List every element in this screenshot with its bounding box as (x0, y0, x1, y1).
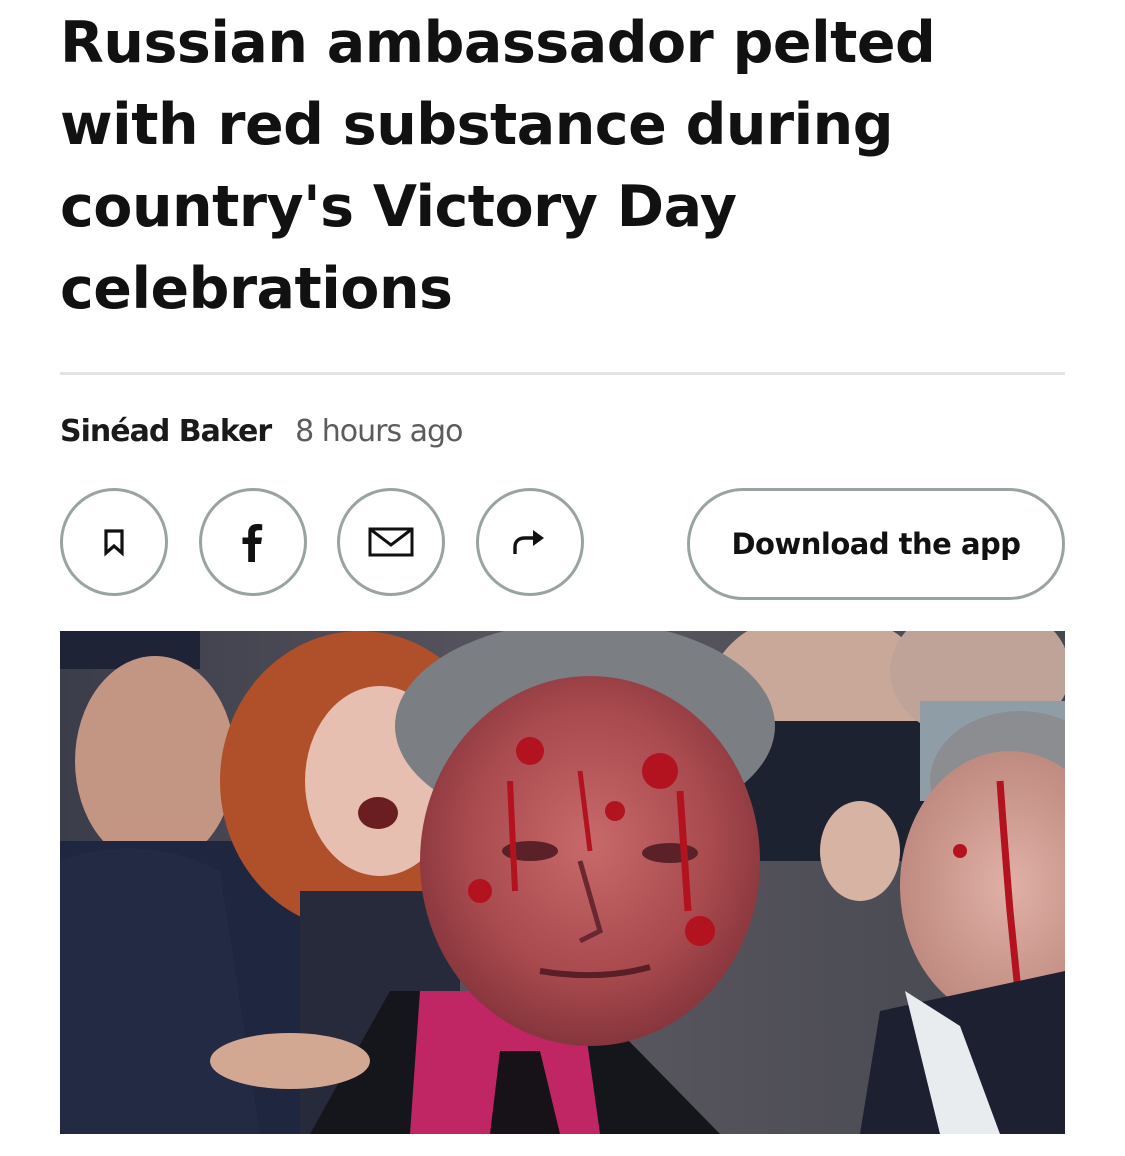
author-name[interactable]: Sinéad Baker (60, 414, 272, 449)
share-button[interactable] (476, 488, 584, 596)
byline: Sinéad Baker 8 hours ago (60, 414, 463, 449)
download-app-button[interactable]: Download the app (687, 488, 1065, 600)
headline-divider (60, 372, 1065, 375)
article-photo (60, 631, 1065, 1134)
facebook-share-button[interactable] (199, 488, 307, 596)
headline: Russian ambassador pelted with red subst… (60, 10, 936, 322)
bookmark-button[interactable] (60, 488, 168, 596)
bookmark-icon (99, 527, 129, 557)
email-share-button[interactable] (337, 488, 445, 596)
share-icon (511, 527, 549, 557)
ambassador-photo (60, 631, 1065, 1134)
mail-icon (368, 526, 414, 558)
article: Russian ambassador pelted with red subst… (60, 0, 1065, 1134)
facebook-icon (238, 522, 268, 562)
publish-time: 8 hours ago (295, 414, 463, 449)
article-actions: Download the app (60, 488, 1065, 600)
